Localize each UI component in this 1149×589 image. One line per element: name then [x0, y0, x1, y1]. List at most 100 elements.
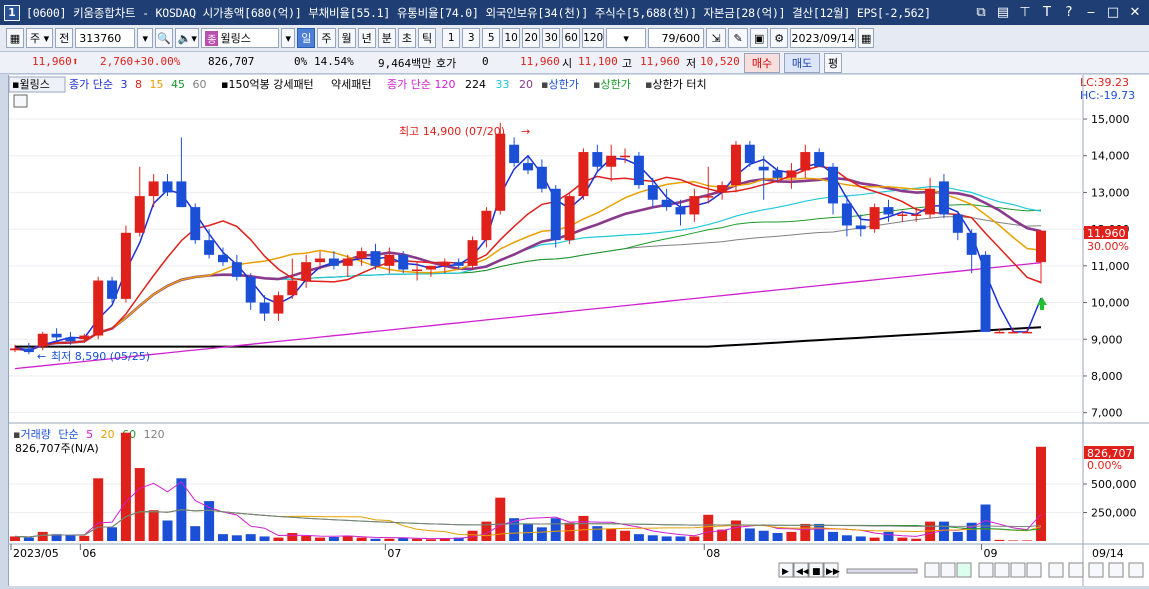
interval-year[interactable]: 년 [357, 28, 376, 48]
ruler-button[interactable] [978, 562, 994, 578]
settings-icon[interactable]: ⚙ [770, 28, 789, 48]
chart-tool-icon[interactable]: ✎ [728, 28, 749, 48]
zoom-out-button[interactable] [924, 562, 940, 578]
candle-body [938, 181, 949, 215]
grid-layer [9, 118, 1083, 414]
candle-body [134, 196, 145, 233]
name-dropdown-icon[interactable]: ▾ [281, 28, 296, 48]
volume-bar [259, 536, 270, 541]
screenshot-button[interactable] [956, 562, 972, 578]
zoom-in-button[interactable] [940, 562, 956, 578]
volume-bar [897, 537, 908, 541]
time-tick-label: 08 [706, 547, 720, 560]
price-tick-label: 14,000 [1091, 150, 1130, 163]
interval-minute[interactable]: 분 [377, 28, 396, 48]
candle-body [717, 185, 728, 193]
pin-icon[interactable]: ⊤ [1017, 3, 1033, 21]
candle-body [217, 254, 228, 263]
minute-20[interactable]: 20 [522, 28, 541, 48]
candle-body [162, 181, 173, 193]
candle-body [994, 331, 1005, 334]
ma120-line [14, 262, 1042, 370]
overlay-button[interactable] [1026, 562, 1042, 578]
legend-ma3: 3 [120, 78, 127, 91]
candle-body [966, 232, 977, 255]
zoom-slider[interactable] [846, 568, 918, 574]
minute-1[interactable]: 1 [442, 28, 461, 48]
layout-icon[interactable]: ▤ [995, 3, 1011, 21]
search-chart-button[interactable] [1108, 562, 1124, 578]
speaker-icon[interactable]: 🔈▾ [175, 28, 200, 48]
sell-button[interactable]: 매도 [784, 53, 820, 73]
custom-interval-input[interactable]: ▾ [606, 28, 647, 48]
candles-layer [10, 122, 1046, 355]
minute-30[interactable]: 30 [542, 28, 561, 48]
interval-week[interactable]: 주 [317, 28, 336, 48]
prev-button[interactable]: 전 [55, 28, 74, 48]
close-panel-button[interactable] [1128, 562, 1144, 578]
save-icon[interactable]: ▣ [750, 28, 769, 48]
candle-body [287, 280, 298, 296]
calendar-icon[interactable]: ▦ [858, 28, 875, 48]
window-number-badge[interactable]: 1 [4, 4, 20, 21]
candle-body [481, 210, 492, 241]
candle-body [883, 207, 894, 215]
candle-body [925, 188, 936, 215]
font-icon[interactable]: T [1039, 3, 1055, 21]
export-button[interactable] [1088, 562, 1104, 578]
stock-name-field[interactable]: 종 윌링스 [201, 28, 280, 48]
interval-month[interactable]: 월 [337, 28, 356, 48]
maximize-button[interactable]: □ [1105, 3, 1121, 21]
volume-bar [1022, 540, 1033, 541]
grid-menu-icon[interactable]: ▦ [6, 28, 24, 48]
candle-body [107, 280, 118, 299]
stock-code-input[interactable]: 313760 [75, 28, 136, 48]
search-icon[interactable]: 🔍 [155, 28, 174, 48]
price-chart-svg[interactable]: ▪윌링스 종가 단순 3 8 15 45 60 ▪150억봉 강세패턴 약세패턴… [8, 75, 1149, 586]
indicator-button[interactable] [1048, 562, 1064, 578]
price-tick-label: 7,000 [1091, 407, 1123, 420]
minute-120[interactable]: 120 [582, 28, 605, 48]
volume-bar [315, 537, 326, 541]
code-dropdown-icon[interactable]: ▾ [137, 28, 154, 48]
candle-body [536, 166, 547, 189]
chart-type-button[interactable] [1010, 562, 1026, 578]
volume-bar [328, 537, 339, 541]
stock-name: 윌링스 [220, 32, 251, 45]
eval-button[interactable]: 평 [824, 53, 842, 73]
minute-60[interactable]: 60 [562, 28, 581, 48]
stock-type-tag: 종 [205, 30, 219, 46]
period-type-select[interactable]: 주 ▾ [26, 28, 54, 48]
minimize-button[interactable]: ‒ [1083, 3, 1099, 21]
minute-5[interactable]: 5 [482, 28, 501, 48]
candle-body [190, 207, 201, 241]
candle-body [1022, 331, 1033, 334]
trend-button[interactable] [994, 562, 1010, 578]
minute-10[interactable]: 10 [502, 28, 521, 48]
time-tick-label: 06 [82, 547, 96, 560]
chart-area[interactable]: ▪윌링스 종가 단순 3 8 15 45 60 ▪150억봉 강세패턴 약세패턴… [8, 75, 1149, 586]
volume-grid [9, 483, 1083, 513]
candle-body [342, 258, 353, 266]
interval-tick[interactable]: 틱 [418, 28, 437, 48]
buy-button[interactable]: 매수 [744, 53, 780, 73]
candle-body [911, 214, 922, 216]
interval-day[interactable]: 일 [297, 28, 316, 48]
help-icon[interactable]: ? [1061, 3, 1077, 21]
minute-3[interactable]: 3 [462, 28, 481, 48]
print-button[interactable] [1068, 562, 1084, 578]
volume-bar [647, 535, 658, 541]
volume-bar [370, 538, 381, 541]
zoom-icon[interactable]: ⇲ [706, 28, 727, 48]
interval-second[interactable]: 초 [397, 28, 417, 48]
price-legend: ▪윌링스 종가 단순 3 8 15 45 60 ▪150억봉 강세패턴 약세패턴… [8, 76, 1135, 108]
volume-bar [134, 468, 145, 541]
high-annotation: 최고 14,900 (07/20) [399, 125, 505, 138]
volume-bar [869, 537, 880, 541]
table-toggle-icon[interactable] [13, 94, 28, 108]
link-window-icon[interactable]: ⧉ [973, 3, 989, 21]
candle-body [828, 166, 839, 204]
close-button[interactable]: ✕ [1127, 3, 1143, 21]
date-input[interactable]: 2023/09/14 [790, 28, 857, 48]
range-input[interactable]: 79/600 [648, 28, 705, 48]
